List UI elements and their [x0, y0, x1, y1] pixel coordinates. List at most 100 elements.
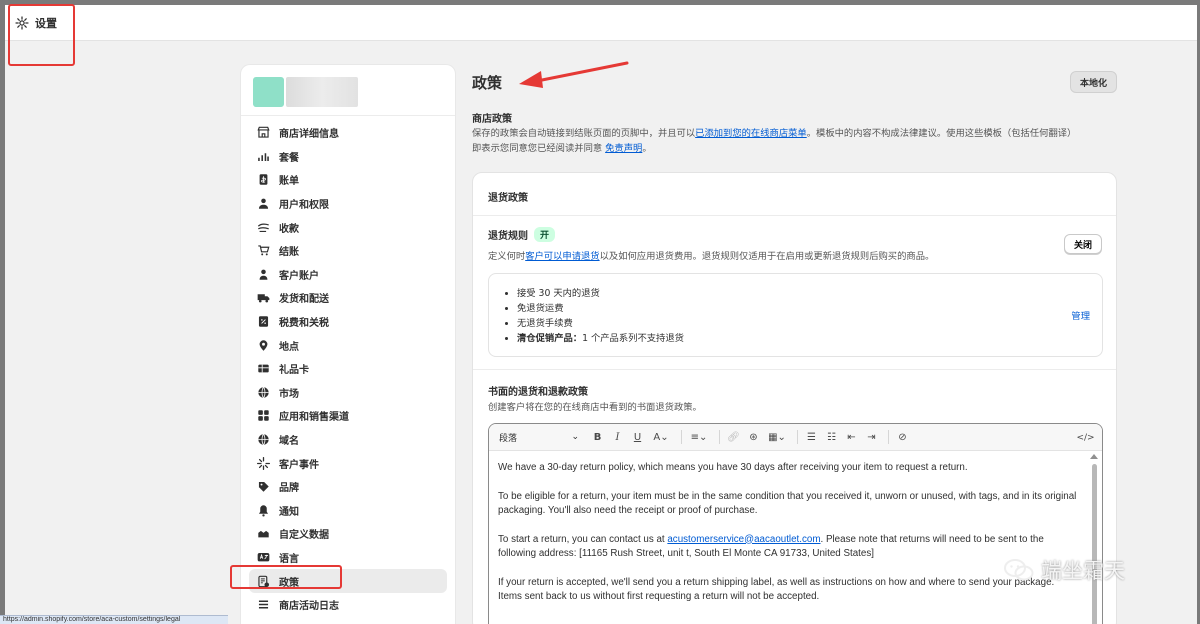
sidebar-item-tax[interactable]: 税费和关税	[249, 310, 447, 334]
sidebar-item-list[interactable]: 商店活动日志	[249, 593, 447, 617]
list-item: 无退货手续费	[517, 316, 684, 331]
settings-sidebar: 商店详细信息 套餐账单用户和权限收款结账客户账户发货和配送 税费和关税 地点 礼品卡市场…	[240, 64, 456, 624]
location-icon	[259, 339, 268, 351]
rich-text-editor[interactable]: 段落 ⌄ B I U A⌄ ≡⌄ 🔗︎ ⊛ ▦⌄ ☰ ☷ ⇤ ⇥ ⊘ </> W…	[488, 423, 1103, 624]
globe-icon	[258, 434, 269, 445]
media-icon[interactable]: ⊛	[745, 429, 762, 446]
user-icon	[258, 198, 269, 209]
sidebar-item-person[interactable]: 客户账户	[249, 263, 447, 287]
sidebar-item-label: 收款	[279, 223, 299, 235]
indent-icon[interactable]: ⇥	[863, 429, 880, 446]
cart-icon	[258, 245, 270, 256]
written-policy-description: 创建客户将在您的在线商店中看到的书面退货政策。	[488, 402, 702, 413]
desc-text: 即表示您同意您已经阅读并同意	[472, 143, 606, 154]
apps-icon	[258, 410, 269, 422]
gift-card-icon	[258, 364, 269, 373]
settings-header: 设置	[5, 5, 1197, 41]
sidebar-item-label: 商店详细信息	[279, 129, 339, 141]
clear-format-icon[interactable]: ⊘	[894, 429, 911, 446]
text-color-icon[interactable]: A⌄	[649, 429, 673, 446]
sidebar-item-label: 品牌	[279, 483, 299, 495]
return-rules-title: 退货规则 开	[488, 227, 556, 242]
bold-icon[interactable]: B	[589, 429, 606, 446]
sidebar-item-apps[interactable]: 应用和销售渠道	[249, 404, 447, 428]
sidebar-item-label: 市场	[279, 388, 299, 400]
table-icon[interactable]: ▦⌄	[765, 429, 789, 446]
return-rules-label: 退货规则	[488, 231, 528, 242]
sidebar-item-label: 用户和权限	[279, 200, 329, 212]
toolbar-divider	[719, 430, 720, 444]
clearance-label: 清仓促销产品：	[517, 333, 583, 344]
store-icon	[257, 127, 270, 138]
window-frame-left	[0, 0, 5, 624]
link-icon[interactable]: 🔗︎	[725, 429, 742, 446]
editor-toolbar: 段落 ⌄ B I U A⌄ ≡⌄ 🔗︎ ⊛ ▦⌄ ☰ ☷ ⇤ ⇥ ⊘ </>	[489, 424, 1102, 451]
sidebar-item-location[interactable]: 地点	[249, 333, 447, 357]
support-email-link[interactable]: acustomerservice@aacaoutlet.com	[667, 534, 820, 545]
policy-paragraph: To start a return, you can contact us at…	[498, 533, 1078, 562]
text: To start a return, you can contact us at	[498, 533, 668, 545]
desc-text: 保存的政策会自动链接到结账页面的页脚中，并且可以	[472, 128, 696, 139]
return-rules-box: 接受 30 天内的退货 免退货运费 无退货手续费 清仓促销产品：1 个产品系列不…	[488, 273, 1103, 357]
sidebar-item-bill[interactable]: 账单	[249, 168, 447, 192]
code-view-icon[interactable]: </>	[1076, 429, 1094, 446]
sidebar-item-database[interactable]: 自定义数据	[249, 522, 447, 546]
return-rules-list: 接受 30 天内的退货 免退货运费 无退货手续费 清仓促销产品：1 个产品系列不…	[503, 286, 684, 346]
toolbar-divider	[681, 430, 682, 444]
localize-button[interactable]: 本地化	[1069, 71, 1117, 93]
toolbar-divider	[797, 430, 798, 444]
globe-icon	[258, 386, 269, 398]
clearance-value: 1 个产品系列不支持退货	[582, 333, 684, 344]
settings-nav: 商店详细信息 套餐账单用户和权限收款结账客户账户发货和配送 税费和关税 地点 礼品卡市场…	[249, 121, 447, 616]
sidebar-item-truck[interactable]: 发货和配送	[249, 286, 447, 310]
database-icon	[258, 531, 269, 538]
list-item: 免退货运费	[517, 301, 684, 316]
text: If your return is accepted, we'll send y…	[498, 576, 1055, 588]
paragraph-format-select[interactable]: 段落 ⌄	[499, 431, 579, 444]
underline-icon[interactable]: U	[629, 429, 646, 446]
language-icon	[257, 552, 270, 562]
sidebar-item-label: 客户账户	[279, 270, 319, 282]
scroll-up-arrow[interactable]	[1090, 454, 1098, 459]
sidebar-item-chart-bars[interactable]: 套餐	[249, 145, 447, 169]
sidebar-item-globe[interactable]: 市场	[249, 381, 447, 405]
policies-page: 政策 本地化 商店政策 保存的政策会自动链接到结账页面的页脚中，并且可以已添加到…	[472, 64, 1117, 624]
disclaimer-link[interactable]: 免责声明	[605, 143, 642, 154]
bullet-list-icon[interactable]: ☰	[803, 429, 820, 446]
manage-link[interactable]: 管理	[1071, 308, 1090, 322]
turn-off-button[interactable]: 关闭	[1063, 234, 1102, 254]
sidebar-item-label: 套餐	[279, 152, 299, 164]
page-title: 政策	[472, 74, 503, 92]
annotation-box-settings	[8, 4, 75, 66]
sidebar-item-payment[interactable]: 收款	[249, 215, 447, 239]
policy-paragraph: If your return is accepted, we'll send y…	[498, 576, 1078, 605]
sidebar-item-user[interactable]: 用户和权限	[249, 192, 447, 216]
bell-icon	[258, 505, 269, 517]
sidebar-item-store[interactable]: 商店详细信息	[249, 121, 447, 145]
sidebar-item-gift-card[interactable]: 礼品卡	[249, 357, 447, 381]
sidebar-item-globe[interactable]: 域名	[249, 428, 447, 452]
list-item: 清仓促销产品：1 个产品系列不支持退货	[517, 331, 684, 346]
sidebar-item-cart[interactable]: 结账	[249, 239, 447, 263]
sidebar-item-label: 商店活动日志	[279, 601, 339, 613]
italic-icon[interactable]: I	[609, 429, 626, 446]
card-divider	[473, 369, 1116, 370]
wechat-logo-icon	[1004, 559, 1034, 581]
editor-scrollbar[interactable]	[1092, 464, 1097, 624]
desc-text: 以及如何应用退货费用。退货规则仅适用于在启用或更新退货规则后购买的商品。	[599, 251, 935, 262]
chevron-down-icon: ⌄	[571, 432, 579, 442]
online-store-menu-link[interactable]: 已添加到您的在线商店菜单	[695, 128, 807, 139]
bill-icon	[259, 174, 268, 186]
align-icon[interactable]: ≡⌄	[687, 429, 711, 446]
numbered-list-icon[interactable]: ☷	[823, 429, 840, 446]
desc-text: 。	[642, 143, 652, 154]
tax-icon	[258, 316, 269, 327]
sidebar-item-label: 域名	[279, 436, 299, 448]
outdent-icon[interactable]: ⇤	[843, 429, 860, 446]
store-identity[interactable]	[253, 77, 358, 107]
sidebar-item-brand[interactable]: 品牌	[249, 475, 447, 499]
sidebar-item-bell[interactable]: 通知	[249, 499, 447, 523]
sidebar-item-sparkle[interactable]: 客户事件	[249, 451, 447, 475]
request-return-link[interactable]: 客户可以申请退货	[525, 251, 599, 262]
truck-icon	[257, 294, 270, 303]
